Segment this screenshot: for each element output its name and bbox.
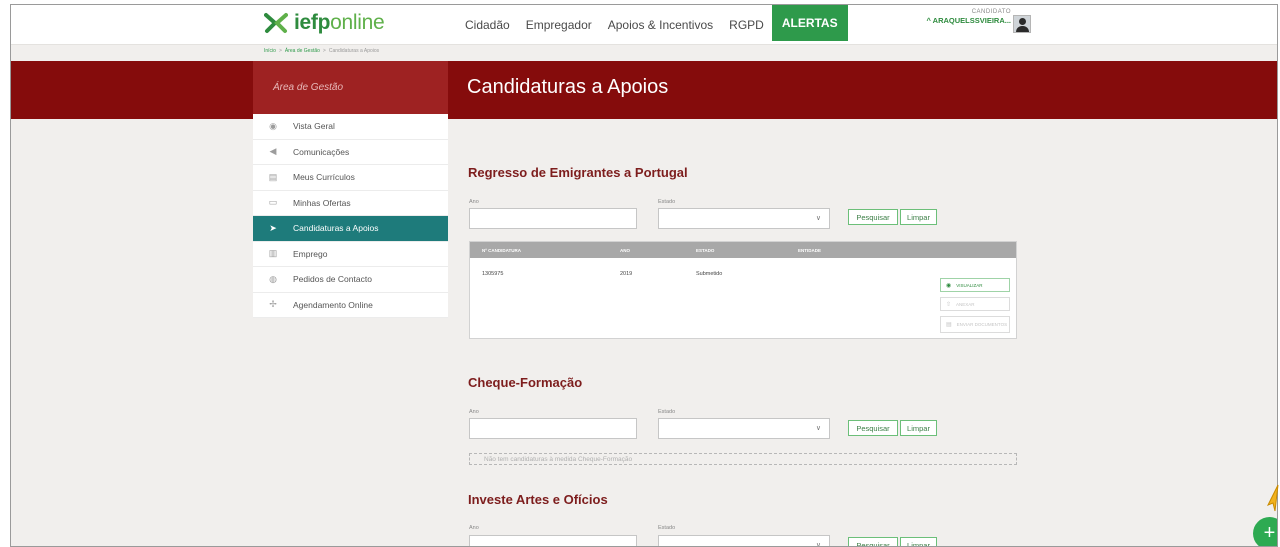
candidaturas-table: Nº CANDIDATURA ANO ESTADO ENTIDADE 13059… [469, 241, 1017, 339]
chevron-down-icon: ∨ [815, 425, 821, 432]
sidebar-item-label: Meus Currículos [293, 172, 355, 183]
user-menu[interactable]: CANDIDATO ^ ARAQUELSSVIEIRA... [909, 9, 1011, 25]
eye-icon: ◉ [269, 120, 277, 131]
area-gestao-header: Área de Gestão [253, 61, 448, 119]
nav-apoios-incentivos[interactable]: Apoios & Incentivos [600, 5, 721, 45]
sidebar-item-agendamento-online[interactable]: ✢ Agendamento Online [253, 293, 448, 318]
plus-icon: + [1263, 522, 1276, 544]
sidebar-item-minhas-ofertas[interactable]: ▭ Minhas Ofertas [253, 191, 448, 216]
sidebar-item-label: Candidaturas a Apoios [293, 223, 379, 234]
sidebar-item-label: Agendamento Online [293, 299, 373, 310]
breadcrumb: Início > Área de Gestão > Candidaturas a… [264, 48, 379, 54]
cell-estado: Submetido [696, 271, 723, 277]
limpar-button[interactable]: Limpar [900, 537, 937, 546]
page-title: Candidaturas a Apoios [467, 76, 669, 98]
top-header: iefponline Cidadão Empregador Apoios & I… [11, 5, 1277, 45]
sidebar-item-label: Minhas Ofertas [293, 197, 351, 208]
breadcrumb-current: Candidaturas a Apoios [328, 48, 380, 54]
sidebar-item-meus-curriculos[interactable]: ▤ Meus Currículos [253, 165, 448, 191]
logo-bold: iefp [294, 11, 331, 34]
pesquisar-button[interactable]: Pesquisar [848, 209, 898, 225]
sidebar-item-label: Emprego [293, 248, 328, 259]
add-fab-button[interactable]: + [1253, 517, 1277, 546]
megaphone-icon: ◀ [269, 146, 277, 157]
eye-icon: ◉ [946, 282, 952, 289]
sidebar-item-pedidos-contacto[interactable]: ◍ Pedidos de Contacto [253, 267, 448, 293]
browser-viewport: iefponline Cidadão Empregador Apoios & I… [10, 4, 1278, 547]
logo-wordmark: iefponline [294, 11, 385, 35]
estado-select[interactable]: ∨ [658, 208, 830, 229]
limpar-button[interactable]: Limpar [900, 209, 937, 225]
cell-ano: 2019 [620, 271, 633, 277]
visualizar-label: VISUALIZAR [956, 282, 983, 288]
estado-label: Estado [658, 409, 676, 415]
avatar[interactable] [1013, 15, 1031, 33]
chevron-down-icon: ∨ [815, 215, 821, 222]
empty-state-message: Não tem candidaturas à medida Cheque-For… [469, 453, 1017, 465]
page-header-band: Área de Gestão Candidaturas a Apoios [11, 61, 1277, 119]
chevron-down-icon: ∨ [815, 542, 821, 547]
pesquisar-button[interactable]: Pesquisar [848, 537, 898, 546]
pesquisar-button[interactable]: Pesquisar [848, 420, 898, 436]
table-header: Nº CANDIDATURA ANO ESTADO ENTIDADE [470, 242, 1016, 258]
section-title-cheque-formacao: Cheque-Formação [468, 375, 583, 390]
logo-light: online [330, 11, 385, 34]
ano-label: Ano [469, 199, 479, 205]
upload-icon: ⇧ [946, 301, 952, 308]
nav-alertas[interactable]: ALERTAS [771, 5, 848, 41]
breadcrumb-separator: > [278, 48, 282, 54]
sidebar-item-emprego[interactable]: ▥ Emprego [253, 242, 448, 267]
nav-rgpd[interactable]: RGPD [721, 5, 772, 45]
document-icon: ▤ [268, 171, 278, 182]
chat-icon: ◍ [269, 273, 277, 284]
ano-label: Ano [469, 409, 479, 415]
col-header-estado: ESTADO [696, 248, 715, 253]
anexar-button[interactable]: ⇧ ANEXAR [940, 297, 1010, 311]
estado-label: Estado [658, 199, 676, 205]
user-role: CANDIDATO [971, 9, 1011, 15]
estado-select[interactable]: ∨ [658, 535, 830, 547]
section-title-investe-artes-oficios: Investe Artes e Ofícios [468, 492, 608, 507]
iefp-logo[interactable]: iefponline [264, 11, 385, 35]
cell-candidatura: 1305975 [482, 271, 504, 277]
send-icon: ➤ [269, 222, 277, 233]
bar-chart-icon: ▥ [268, 248, 278, 259]
pin-icon: ✢ [269, 299, 277, 310]
user-name: ^ ARAQUELSSVIEIRA... [909, 16, 1011, 25]
area-gestao-label: Área de Gestão [273, 82, 344, 93]
breadcrumb-area-gestao[interactable]: Área de Gestão [285, 48, 320, 54]
sidebar-item-label: Vista Geral [293, 121, 335, 132]
section-title-regresso-emigrantes: Regresso de Emigrantes a Portugal [468, 165, 688, 180]
ano-input[interactable] [469, 418, 637, 439]
document-icon: ▤ [946, 322, 952, 328]
sidebar-item-candidaturas-apoios[interactable]: ➤ Candidaturas a Apoios [253, 216, 448, 242]
col-header-entidade: ENTIDADE [798, 248, 822, 253]
ano-input[interactable] [469, 535, 637, 546]
enviar-documentos-label: ENVIAR DOCUMENTOS [956, 322, 1008, 327]
sidebar-item-label: Pedidos de Contacto [293, 274, 372, 285]
estado-select[interactable]: ∨ [658, 418, 830, 439]
anexar-label: ANEXAR [956, 301, 975, 307]
nav-cidadao[interactable]: Cidadão [457, 5, 518, 45]
sidebar-item-vista-geral[interactable]: ◉ Vista Geral [253, 114, 448, 140]
estado-label: Estado [658, 525, 676, 531]
col-header-candidatura: Nº CANDIDATURA [482, 248, 522, 253]
breadcrumb-inicio[interactable]: Início [264, 48, 276, 54]
main-nav: Cidadão Empregador Apoios & Incentivos R… [457, 5, 848, 45]
enviar-documentos-button[interactable]: ▤ ENVIAR DOCUMENTOS [940, 316, 1010, 333]
visualizar-button[interactable]: ◉ VISUALIZAR [940, 278, 1010, 292]
ano-label: Ano [469, 525, 479, 531]
limpar-button[interactable]: Limpar [900, 420, 937, 436]
sidebar-item-comunicacoes[interactable]: ◀ Comunicações [253, 140, 448, 165]
breadcrumb-separator: > [322, 48, 326, 54]
user-name-text: ARAQUELSSVIEIRA... [932, 16, 1011, 25]
cursor-arrow-icon [1266, 484, 1279, 512]
ano-input[interactable] [469, 208, 637, 229]
sidebar: ◉ Vista Geral ◀ Comunicações ▤ Meus Curr… [253, 114, 448, 318]
briefcase-icon: ▭ [268, 197, 278, 208]
iefp-logo-icon [264, 12, 288, 34]
col-header-ano: ANO [620, 248, 630, 253]
sidebar-item-label: Comunicações [293, 146, 350, 157]
nav-empregador[interactable]: Empregador [518, 5, 600, 45]
